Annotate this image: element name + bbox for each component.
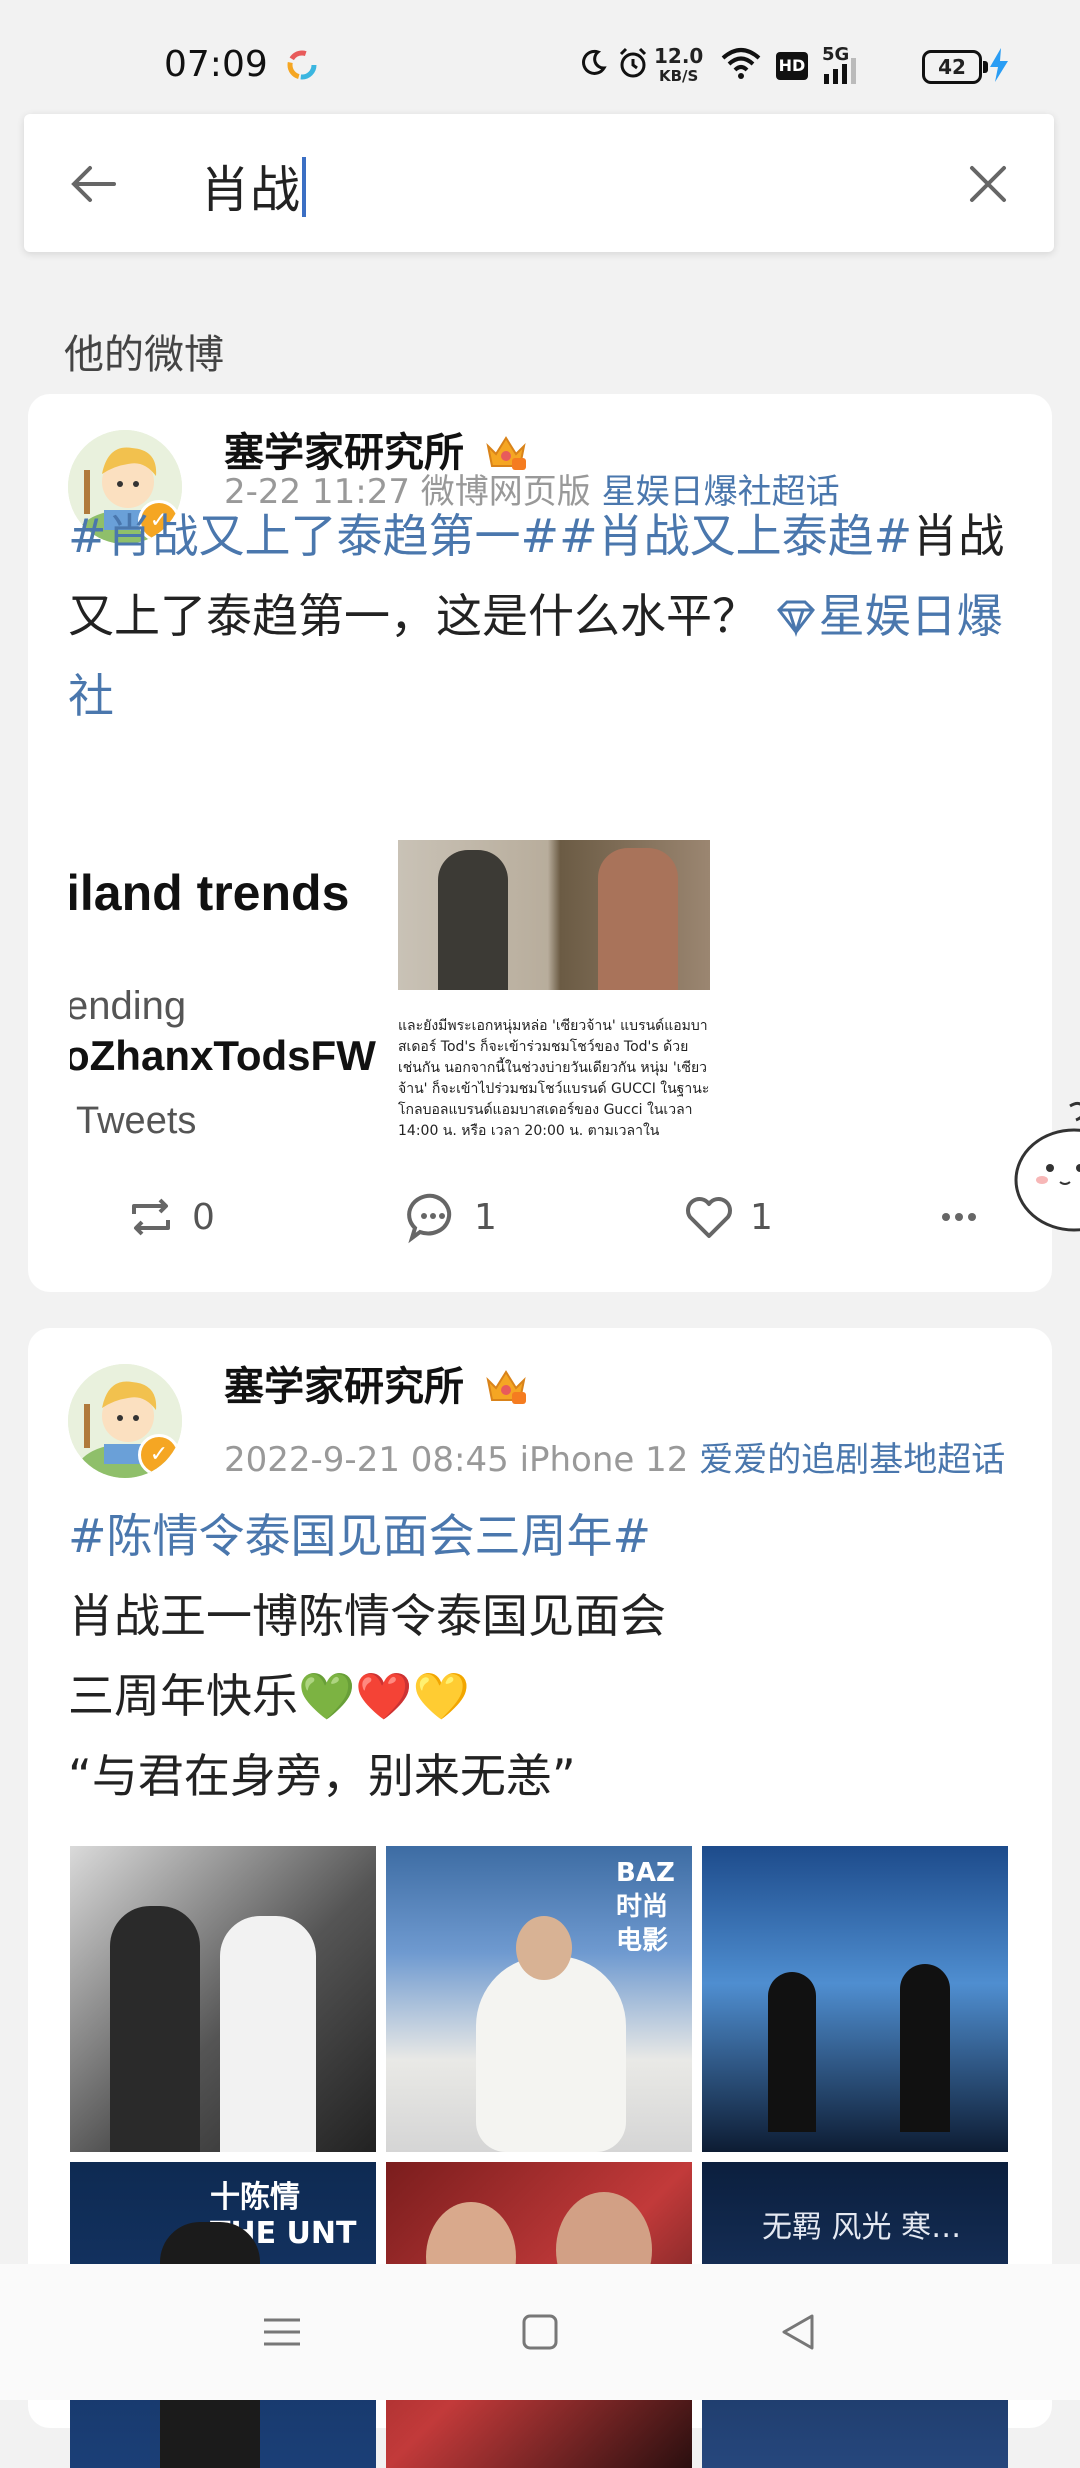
like-button[interactable]: 1 (682, 1190, 773, 1244)
crown-badge-icon (486, 1370, 526, 1404)
author-name[interactable]: 塞学家研究所 (224, 1354, 528, 1412)
post-image[interactable]: iland trends ending oZhanxTodsFW Tweets (70, 834, 380, 1134)
post-actions: 0 1 1 (28, 1182, 1052, 1252)
hashtag-link[interactable]: #肖战又上泰趋# (559, 509, 912, 563)
image-text: 无羁 风光 寒… (762, 2210, 962, 2245)
image-text: BAZ 时尚 电影 (616, 1858, 675, 1956)
post-image[interactable] (70, 1846, 376, 2152)
wifi-icon (721, 48, 761, 79)
repost-button[interactable]: 0 (124, 1190, 215, 1244)
post-topic-link[interactable]: 爱爱的追剧基地超话 (699, 1440, 1005, 1480)
network-speed: 12.0 KB/S (654, 46, 703, 86)
comment-count: 1 (474, 1196, 497, 1238)
post-content: #陈情令泰国见面会三周年# 肖战王一博陈情令泰国见面会 三周年快乐💚❤️💛 “与… (68, 1496, 1018, 1816)
back-triangle-icon[interactable] (768, 2302, 828, 2362)
charging-icon (990, 48, 1008, 82)
image-text: Tweets (76, 1100, 197, 1134)
more-dots-icon (942, 1213, 976, 1221)
post-image[interactable]: BAZ 时尚 电影 (386, 1846, 692, 2152)
post-text: 三周年快乐💚❤️💛 (68, 1669, 470, 1723)
moon-icon (582, 49, 607, 75)
post-source: iPhone 12 (519, 1440, 689, 1480)
diamond-icon (776, 600, 815, 637)
repost-count: 0 (192, 1196, 215, 1238)
network-speed-value: 12.0 (654, 44, 704, 68)
like-count: 1 (750, 1196, 773, 1238)
post-card[interactable]: ✓ 塞学家研究所 2-22 11:27 微博网页版 星娱日爆社超话 #肖战又上了… (28, 394, 1052, 1292)
floating-mascot-icon[interactable] (1010, 1100, 1080, 1234)
system-nav-bar (0, 2264, 1080, 2400)
hd-badge: HD (776, 52, 808, 80)
post-meta: 2022-9-21 08:45 iPhone 12 爱爱的追剧基地超话 (224, 1432, 1005, 1481)
menu-icon[interactable] (252, 2302, 312, 2362)
avatar[interactable]: ✓ (68, 1364, 182, 1478)
comment-icon (407, 1193, 452, 1244)
post-card[interactable]: ✓ 塞学家研究所 2022-9-21 08:45 iPhone 12 爱爱的追剧… (28, 1328, 1052, 2468)
back-arrow-icon[interactable] (66, 156, 122, 212)
status-icons: 12.0 KB/S HD 5G 42 (560, 42, 1080, 92)
image-text: oZhanxTodsFW (70, 1032, 376, 1079)
person-face (516, 1916, 572, 1980)
battery-indicator: 42 (922, 50, 988, 84)
comment-button[interactable]: 1 (406, 1190, 497, 1244)
app-ring-icon (287, 50, 317, 80)
hashtag-link[interactable]: #肖战又上了泰趋第一# (68, 509, 559, 563)
hashtag-link[interactable]: #陈情令泰国见面会三周年# (68, 1496, 1018, 1576)
post-image[interactable] (702, 1846, 1008, 2152)
post-time: 2022-9-21 08:45 (224, 1440, 509, 1480)
verified-badge-icon: ✓ (138, 1434, 180, 1476)
person-figure (220, 1916, 316, 2152)
status-bar: 07:09 12.0 KB/S HD 5G 42 (0, 0, 1080, 104)
close-icon[interactable] (962, 158, 1014, 210)
signal-icon (824, 58, 856, 84)
person-figure (476, 1956, 626, 2152)
text-caret (302, 157, 306, 217)
search-input[interactable]: 肖战 (200, 150, 306, 222)
heart-icon (686, 1197, 732, 1238)
section-title: 他的微博 (64, 332, 224, 378)
image-text: ending (70, 984, 187, 1028)
person-figure (768, 1972, 816, 2132)
post-text: “与君在身旁，别来无恙” (68, 1749, 576, 1803)
post-image[interactable]: และยังมีพระเอกหนุ่มหล่อ 'เซียวจ้าน' แบรน… (398, 840, 710, 1136)
status-time: 07:09 (164, 44, 268, 85)
post-content: #肖战又上了泰趋第一##肖战又上泰趋#肖战又上了泰趋第一，这是什么水平？ 星娱日… (68, 496, 1018, 736)
author-name-text: 塞学家研究所 (224, 1364, 464, 1410)
person-figure (900, 1964, 950, 2132)
post-text: 肖战王一博陈情令泰国见面会 (68, 1589, 666, 1643)
person-figure (110, 1906, 200, 2152)
search-bar: 肖战 (24, 114, 1054, 252)
image-photo (398, 840, 710, 990)
image-caption: และยังมีพระเอกหนุ่มหล่อ 'เซียวจ้าน' แบรน… (398, 1018, 710, 1136)
person-figure (438, 850, 508, 990)
alarm-icon (619, 47, 647, 78)
image-text: iland trends (70, 865, 350, 921)
home-square-icon[interactable] (510, 2302, 570, 2362)
more-button[interactable] (932, 1190, 986, 1244)
network-speed-unit: KB/S (659, 67, 699, 85)
repost-icon (132, 1198, 170, 1236)
search-query-text: 肖战 (200, 161, 300, 219)
person-figure (598, 848, 678, 990)
